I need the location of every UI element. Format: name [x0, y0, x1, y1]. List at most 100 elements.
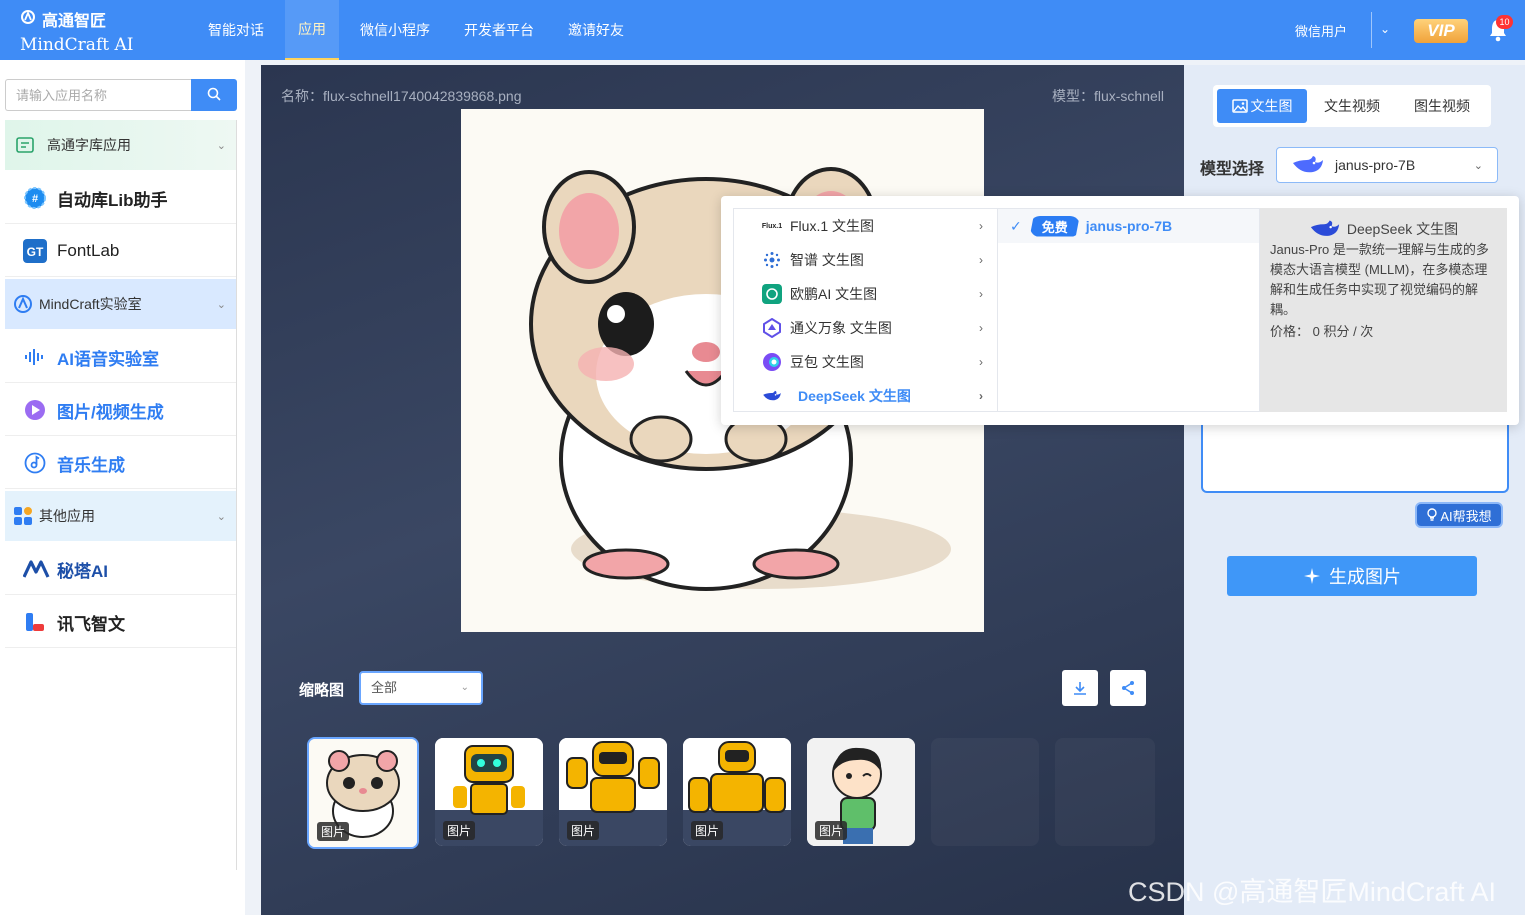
thumbnail-tag: 图片 — [691, 821, 724, 840]
search-button[interactable] — [191, 79, 237, 111]
filter-value: 全部 — [371, 680, 398, 695]
app-label: 讯飞智文 — [57, 614, 125, 634]
provider-label: 豆包 文生图 — [790, 354, 864, 370]
download-button[interactable] — [1062, 670, 1098, 706]
chevron-down-icon: ⌄ — [1473, 159, 1483, 172]
thumbnail-hamster[interactable]: 图片 — [307, 737, 419, 849]
music-icon — [23, 451, 47, 475]
tab-text-to-image[interactable]: 文生图 — [1217, 89, 1307, 123]
app-label: 秘塔AI — [57, 561, 108, 581]
top-header: 高通智匠 MindCraft AI 智能对话 应用 微信小程序 开发者平台 邀请… — [0, 0, 1525, 60]
app-image-video[interactable]: 图片/视频生成 — [5, 385, 236, 435]
image-model: 模型：flux-schnell — [1051, 88, 1164, 104]
nav-chat[interactable]: 智能对话 — [195, 0, 277, 60]
generate-label: 生成图片 — [1329, 567, 1401, 587]
thumbnail-strip: 图片 图片 图片 图片 图片 — [307, 737, 1177, 849]
thumbnail-tag: 图片 — [567, 821, 600, 840]
provider-doubao[interactable]: 豆包 文生图 › — [734, 345, 997, 379]
app-autolib[interactable]: # 自动库Lib助手 — [5, 173, 236, 223]
flux-icon: Flux.1 — [761, 222, 783, 230]
tongyi-icon — [762, 318, 782, 338]
thumbnail-robot-1[interactable]: 图片 — [435, 738, 543, 846]
header-divider — [1371, 12, 1372, 48]
nav-apps[interactable]: 应用 — [285, 0, 339, 60]
lightbulb-icon — [1427, 508, 1438, 521]
app-label: AI语音实验室 — [57, 349, 159, 369]
share-button[interactable] — [1110, 670, 1146, 706]
chevron-down-icon: ⌄ — [216, 510, 226, 523]
thumbnail-label: 缩略图 — [299, 682, 345, 699]
tab-image-to-video[interactable]: 图生视频 — [1397, 89, 1487, 123]
model-select[interactable]: janus-pro-7B ⌄ — [1276, 147, 1498, 183]
app-music[interactable]: 音乐生成 — [5, 438, 236, 488]
nav-developer[interactable]: 开发者平台 — [451, 0, 547, 60]
thumbnail-boy[interactable]: 图片 — [807, 738, 915, 846]
chevron-down-icon[interactable]: ⌄ — [1380, 22, 1390, 36]
zhipu-icon — [762, 250, 782, 270]
app-label: 图片/视频生成 — [57, 402, 164, 422]
provider-openai[interactable]: 欧鹏AI 文生图 › — [734, 277, 997, 311]
tab-label: 文生图 — [1250, 98, 1293, 114]
thumbnail-empty — [931, 738, 1039, 846]
grid-apps-icon — [13, 504, 33, 528]
filter-select[interactable]: 全部 ⌄ — [359, 671, 483, 705]
mode-tabs: 文生图 文生视频 图生视频 — [1213, 85, 1491, 127]
logo-cn: 高通智匠 — [42, 13, 107, 30]
logo-en: MindCraft AI — [20, 35, 134, 55]
generate-image-button[interactable]: 生成图片 — [1227, 556, 1477, 596]
model-option-janus-pro-7b[interactable]: ✓ 免费 janus-pro-7B — [998, 209, 1259, 243]
group-other-apps[interactable]: 其他应用 ⌄ — [5, 491, 236, 541]
provider-list: Flux.1 Flux.1 文生图 › 智谱 文生图 › 欧鹏AI 文生图 › … — [733, 208, 997, 412]
provider-deepseek[interactable]: DeepSeek 文生图 › — [734, 379, 997, 413]
provider-zhipu[interactable]: 智谱 文生图 › — [734, 243, 997, 277]
thumbnail-robot-3[interactable]: 图片 — [683, 738, 791, 846]
logo[interactable]: 高通智匠 MindCraft AI — [20, 7, 140, 55]
chevron-right-icon: › — [979, 355, 983, 369]
app-label: 音乐生成 — [57, 455, 125, 475]
group-mindcraft-lab[interactable]: MindCraft实验室 ⌄ — [5, 279, 236, 329]
search-icon — [207, 87, 221, 101]
chevron-down-icon: ⌄ — [460, 682, 469, 693]
vip-badge[interactable]: VIP — [1414, 19, 1468, 43]
desc-text: Janus-Pro 是一款统一理解与生成的多模态大语言模型 (MLLM)，在多模… — [1270, 242, 1489, 317]
search-input[interactable] — [5, 79, 191, 111]
tab-text-to-video[interactable]: 文生视频 — [1307, 89, 1397, 123]
chevron-down-icon: ⌄ — [216, 139, 226, 152]
group-label: MindCraft实验室 — [39, 296, 142, 312]
mindcraft-icon — [13, 292, 33, 316]
provider-label: Flux.1 文生图 — [790, 218, 875, 234]
model-cascader-dropdown: Flux.1 Flux.1 文生图 › 智谱 文生图 › 欧鹏AI 文生图 › … — [721, 196, 1519, 425]
nav-wechat-mini[interactable]: 微信小程序 — [347, 0, 443, 60]
image-name: 名称：flux-schnell1740042839868.png — [281, 88, 522, 104]
xunfei-icon — [23, 610, 47, 634]
provider-flux[interactable]: Flux.1 Flux.1 文生图 › — [734, 209, 997, 243]
provider-label: DeepSeek 文生图 — [798, 388, 911, 404]
chevron-right-icon: › — [979, 219, 983, 233]
model-value: janus-pro-7B — [1335, 157, 1416, 173]
app-groups: 高通字库应用 ⌄ # 自动库Lib助手 GT FontLab MindCraft… — [5, 120, 237, 870]
top-nav: 智能对话 应用 微信小程序 开发者平台 邀请好友 — [195, 0, 645, 60]
preview-panel: 名称：flux-schnell1740042839868.png 模型：flux… — [261, 65, 1184, 915]
free-badge: 免费 — [1029, 215, 1080, 237]
ai-help-button[interactable]: AI帮我想 — [1415, 502, 1503, 528]
app-fontlab[interactable]: GT FontLab — [5, 226, 236, 276]
user-name[interactable]: 微信用户 — [1295, 21, 1347, 40]
chevron-right-icon: › — [979, 253, 983, 267]
app-xunfei[interactable]: 讯飞智文 — [5, 597, 236, 647]
autolib-icon: # — [23, 186, 47, 210]
app-metaso[interactable]: 秘塔AI — [5, 544, 236, 594]
sidebar: 高通字库应用 ⌄ # 自动库Lib助手 GT FontLab MindCraft… — [0, 60, 245, 915]
chevron-right-icon: › — [979, 287, 983, 301]
provider-label: 通义万象 文生图 — [790, 320, 892, 336]
nav-invite[interactable]: 邀请好友 — [555, 0, 637, 60]
play-icon — [23, 398, 47, 422]
provider-tongyi[interactable]: 通义万象 文生图 › — [734, 311, 997, 345]
thumbnail-tag: 图片 — [443, 821, 476, 840]
thumbnail-robot-2[interactable]: 图片 — [559, 738, 667, 846]
app-ai-voice[interactable]: AI语音实验室 — [5, 332, 236, 382]
thumbnail-empty — [1055, 738, 1155, 846]
group-gaotong-fonts[interactable]: 高通字库应用 ⌄ — [5, 120, 236, 170]
download-icon — [1074, 682, 1086, 695]
desc-title: DeepSeek 文生图 — [1346, 221, 1459, 237]
model-select-label: 模型选择 — [1200, 161, 1265, 178]
